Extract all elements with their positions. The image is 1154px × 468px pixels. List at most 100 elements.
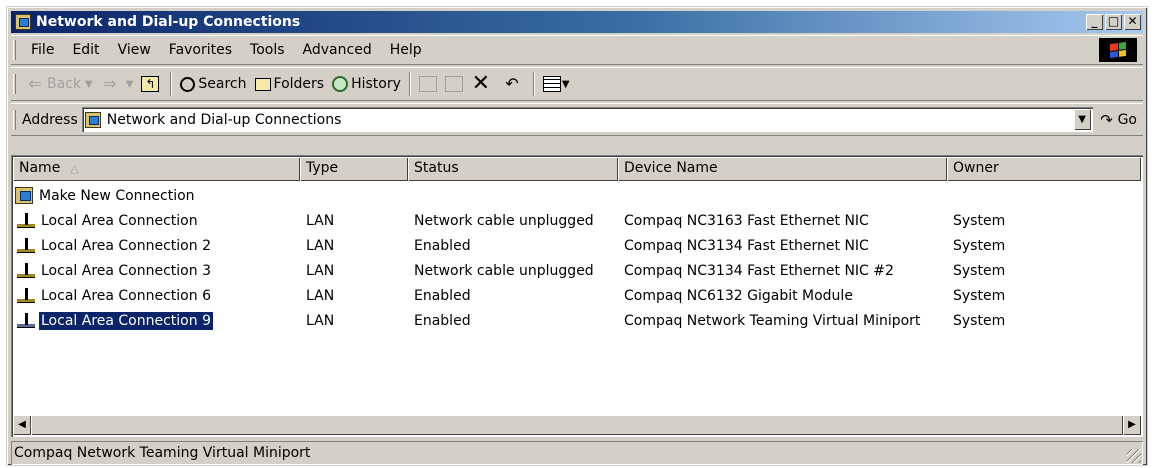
- item-name: Local Area Connection 9: [38, 310, 214, 331]
- item-owner: System: [953, 287, 1006, 304]
- column-header-owner[interactable]: Owner: [947, 157, 1141, 181]
- status-text: Compaq Network Teaming Virtual Miniport: [14, 445, 311, 461]
- menu-help[interactable]: Help: [381, 42, 431, 58]
- item-owner: System: [953, 312, 1006, 329]
- views-dropdown-icon[interactable]: ▼: [562, 79, 570, 90]
- menubar-grip[interactable]: [13, 40, 16, 60]
- toolbar-separator: [532, 72, 535, 96]
- menu-advanced[interactable]: Advanced: [294, 42, 381, 58]
- go-label: Go: [1117, 111, 1137, 128]
- list-item[interactable]: Local Area Connection 6 LAN Enabled Comp…: [13, 283, 1141, 308]
- addressbar-grip[interactable]: [13, 109, 16, 130]
- column-header-status[interactable]: Status: [408, 157, 618, 181]
- connections-list[interactable]: Name △ Type Status Device Name Owner Make…: [11, 155, 1143, 437]
- column-header-type[interactable]: Type: [300, 157, 408, 181]
- column-header-name[interactable]: Name △: [13, 157, 300, 181]
- item-name: Local Area Connection 2: [41, 237, 211, 254]
- up-button[interactable]: ↰: [137, 71, 166, 97]
- history-button[interactable]: History: [328, 71, 405, 97]
- item-type: LAN: [306, 312, 335, 329]
- name-cell: Make New Connection: [13, 187, 300, 205]
- scroll-left-button[interactable]: ◀: [13, 415, 31, 435]
- minimize-button[interactable]: _: [1086, 14, 1103, 30]
- undo-icon: ↶: [505, 74, 519, 93]
- horizontal-scrollbar[interactable]: ◀ ▶: [13, 415, 1141, 435]
- back-arrow-icon: ⇐: [28, 74, 42, 93]
- item-status: Network cable unplugged: [414, 212, 594, 229]
- lan-connection-icon: [15, 262, 37, 280]
- list-item[interactable]: Local Area Connection 2 LAN Enabled Comp…: [13, 233, 1141, 258]
- maximize-button[interactable]: □: [1105, 14, 1122, 30]
- views-button[interactable]: ▼: [539, 71, 574, 97]
- address-bar: Address Network and Dial-up Connections …: [11, 103, 1143, 136]
- go-arrow-icon: ↷: [1100, 110, 1113, 129]
- folders-button[interactable]: Folders: [251, 71, 329, 97]
- go-button[interactable]: ↷ Go: [1099, 111, 1137, 129]
- address-input[interactable]: Network and Dial-up Connections ▼: [81, 107, 1093, 132]
- title-bar[interactable]: Network and Dial-up Connections _ □ ✕: [11, 11, 1143, 33]
- history-label: History: [351, 76, 401, 92]
- menu-edit[interactable]: Edit: [63, 42, 108, 58]
- name-cell: Local Area Connection: [13, 212, 300, 230]
- undo-button[interactable]: ↶: [498, 71, 529, 97]
- scroll-thumb[interactable]: [31, 415, 1123, 435]
- menu-bar: File Edit View Favorites Tools Advanced …: [11, 35, 1143, 65]
- list-header: Name △ Type Status Device Name Owner: [13, 157, 1141, 181]
- scroll-right-button[interactable]: ▶: [1123, 415, 1141, 435]
- forward-dropdown-icon[interactable]: ▼: [126, 79, 134, 90]
- delete-button[interactable]: ✕: [467, 71, 498, 97]
- lan-connection-icon: [15, 237, 37, 255]
- sort-ascending-icon: △: [70, 162, 79, 175]
- item-owner: System: [953, 237, 1006, 254]
- back-button[interactable]: ⇐ Back ▼: [22, 71, 97, 97]
- lan-connection-icon: [15, 312, 37, 330]
- list-rows: Make New Connection Local Area Connectio…: [13, 183, 1141, 333]
- search-button[interactable]: Search: [176, 71, 250, 97]
- menu-file[interactable]: File: [22, 42, 63, 58]
- item-name: Local Area Connection 6: [41, 287, 211, 304]
- name-cell: Local Area Connection 2: [13, 237, 300, 255]
- column-header-device-name[interactable]: Device Name: [618, 157, 947, 181]
- standard-toolbar: ⇐ Back ▼ ⇒ ▼ ↰ Search Folders History ✕ …: [11, 67, 1143, 101]
- new-connection-icon: [15, 187, 33, 204]
- toolbar-grip[interactable]: [13, 74, 16, 94]
- item-device: Compaq Network Teaming Virtual Miniport: [624, 312, 921, 329]
- name-cell: Local Area Connection 9: [13, 310, 300, 331]
- name-cell: Local Area Connection 6: [13, 287, 300, 305]
- forward-button[interactable]: ⇒ ▼: [97, 71, 138, 97]
- item-owner: System: [953, 212, 1006, 229]
- search-label: Search: [198, 76, 247, 92]
- list-item-selected[interactable]: Local Area Connection 9 LAN Enabled Comp…: [13, 308, 1141, 333]
- item-name: Local Area Connection: [41, 212, 198, 229]
- resize-grip-icon[interactable]: [1127, 449, 1141, 463]
- menu-view[interactable]: View: [109, 42, 160, 58]
- back-dropdown-icon[interactable]: ▼: [85, 79, 93, 90]
- item-type: LAN: [306, 262, 335, 279]
- list-item[interactable]: Local Area Connection 3 LAN Network cabl…: [13, 258, 1141, 283]
- status-bar: Compaq Network Teaming Virtual Miniport: [11, 441, 1143, 465]
- address-dropdown-button[interactable]: ▼: [1073, 109, 1091, 130]
- name-cell: Local Area Connection 3: [13, 262, 300, 280]
- up-folder-icon: ↰: [141, 76, 160, 92]
- item-owner: System: [953, 262, 1006, 279]
- item-device: Compaq NC3163 Fast Ethernet NIC: [624, 212, 869, 229]
- item-device: Compaq NC3134 Fast Ethernet NIC: [624, 237, 869, 254]
- move-to-button[interactable]: [415, 71, 441, 97]
- copy-to-button[interactable]: [441, 71, 467, 97]
- address-value[interactable]: Network and Dial-up Connections: [107, 112, 1074, 128]
- item-name: Local Area Connection 3: [41, 262, 211, 279]
- close-button[interactable]: ✕: [1124, 14, 1141, 30]
- item-status: Enabled: [414, 237, 471, 254]
- views-icon: [542, 76, 561, 92]
- address-label: Address: [22, 111, 78, 128]
- explorer-window: Network and Dial-up Connections _ □ ✕ Fi…: [6, 6, 1148, 466]
- folders-icon: [254, 77, 271, 91]
- list-item[interactable]: Local Area Connection LAN Network cable …: [13, 208, 1141, 233]
- column-name-label: Name: [19, 160, 61, 176]
- back-label: Back: [47, 76, 81, 92]
- item-device: Compaq NC6132 Gigabit Module: [624, 287, 853, 304]
- list-item[interactable]: Make New Connection: [13, 183, 1141, 208]
- window-title: Network and Dial-up Connections: [36, 14, 301, 30]
- menu-favorites[interactable]: Favorites: [160, 42, 241, 58]
- menu-tools[interactable]: Tools: [241, 42, 294, 58]
